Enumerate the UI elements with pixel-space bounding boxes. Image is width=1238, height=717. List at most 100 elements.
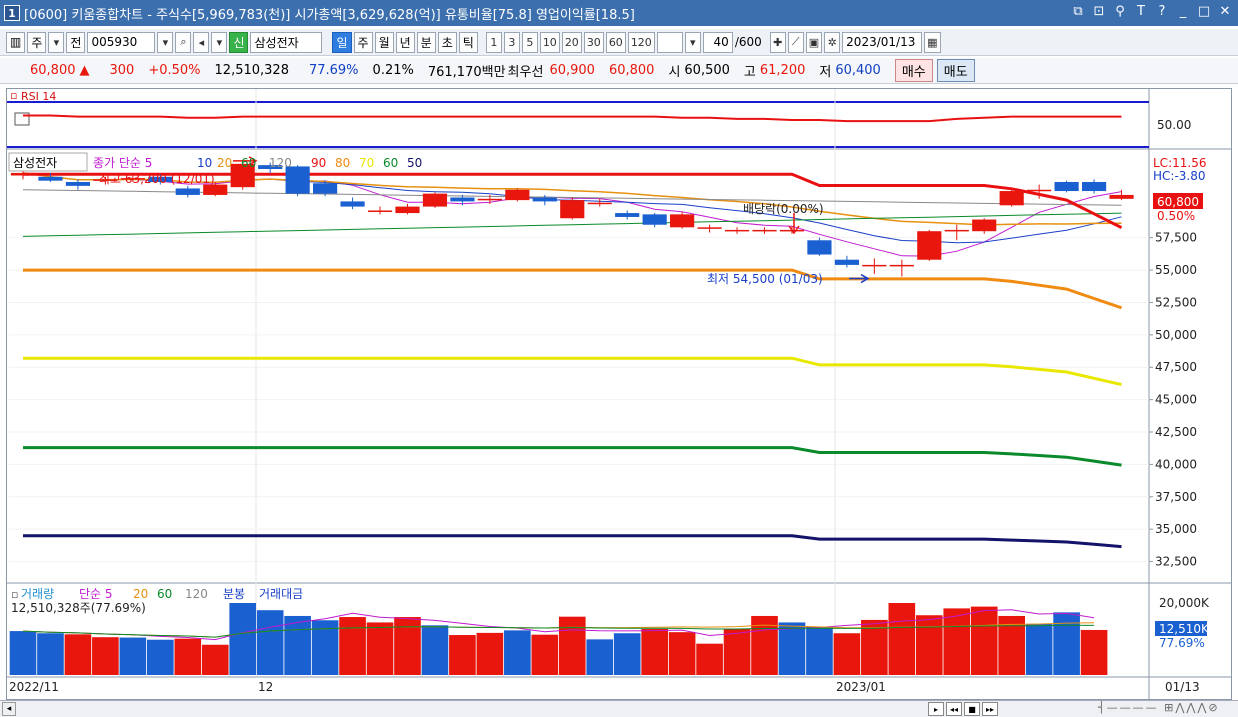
- tab-minute[interactable]: 분: [416, 31, 436, 53]
- best-bid: 60,800: [608, 63, 655, 78]
- scroll-left-icon[interactable]: ◂: [2, 702, 16, 716]
- interval-30[interactable]: 30: [583, 31, 604, 53]
- interval-3[interactable]: 3: [503, 31, 520, 53]
- chart-canvas[interactable]: ▫ RSI 14 50.00 삼성전자 종가 단순 5 10 20 60 120…: [7, 89, 1231, 699]
- candle-body: [38, 176, 63, 181]
- tile-icon[interactable]: ⊡: [1092, 4, 1106, 19]
- chevron-down-icon[interactable]: ▾: [48, 31, 65, 53]
- price-axis-label: 35,000: [1155, 522, 1197, 536]
- help-icon[interactable]: ?: [1155, 4, 1169, 19]
- interval-10[interactable]: 10: [539, 31, 560, 53]
- price-axis-label: 57,500: [1155, 231, 1197, 245]
- sell-button[interactable]: 매도: [936, 59, 975, 82]
- stock-code-input[interactable]: 005930: [87, 31, 156, 53]
- interval-5[interactable]: 5: [521, 31, 538, 53]
- window-number-badge[interactable]: 1: [4, 5, 20, 21]
- high-price: 61,200: [759, 63, 806, 78]
- best-ask: 60,900: [549, 63, 595, 78]
- tab-tick[interactable]: 틱: [458, 31, 478, 53]
- candle-body: [422, 193, 448, 207]
- quote-bar: 60,800 ▲ 300 +0.50% 12,510,328 77.69% 0.…: [0, 58, 1238, 84]
- forward-icon[interactable]: ▸▸: [982, 702, 998, 716]
- buy-button[interactable]: 매수: [894, 59, 933, 82]
- code-dropdown-icon[interactable]: ▾: [157, 31, 174, 53]
- interval-dropdown-icon[interactable]: ▾: [684, 31, 701, 53]
- chart-area[interactable]: ▫ RSI 14 50.00 삼성전자 종가 단순 5 10 20 60 120…: [6, 88, 1232, 700]
- speaker-icon[interactable]: ◂: [193, 31, 210, 53]
- interval-20[interactable]: 20: [561, 31, 582, 53]
- volume-bar: [119, 637, 147, 675]
- candle-body: [1081, 181, 1107, 192]
- price-axis-label: 50,000: [1155, 328, 1197, 342]
- tab-second[interactable]: 초: [437, 31, 457, 53]
- lc-label: LC:11.56: [1153, 156, 1206, 170]
- rsi-line: [23, 114, 1122, 123]
- tab-week[interactable]: 주: [353, 31, 373, 53]
- search-icon[interactable]: ⌕: [175, 31, 192, 53]
- volume-legend-icon: ▫: [11, 588, 18, 601]
- price-axis: 57,500 55,000 52,500 50,000 47,500 45,000 42,5…: [1149, 231, 1197, 569]
- pin-icon[interactable]: ⚲: [1113, 4, 1127, 19]
- trendline-icon[interactable]: ⟋: [787, 31, 804, 53]
- stop-icon[interactable]: ■: [964, 702, 980, 716]
- prev-button[interactable]: 전: [66, 31, 86, 53]
- play-icon[interactable]: ▸: [928, 702, 944, 716]
- candle-body: [10, 172, 36, 176]
- open-price: 60,500: [684, 63, 730, 78]
- high-annotation: 최고 63,200 (12/01): [99, 172, 215, 186]
- date-label-2022-11: 2022/11: [9, 680, 59, 694]
- interval-1[interactable]: 1: [485, 31, 502, 53]
- volume-bar: [613, 633, 641, 675]
- price-axis-label: 32,500: [1155, 555, 1197, 569]
- candle-body: [450, 197, 475, 202]
- legend-env-50: 50: [407, 156, 422, 170]
- bottom-scrollbar[interactable]: ◂ ▸ ◂◂ ■ ▸▸ ┤———— ⊞⋀⋀⋀⊘: [0, 700, 1238, 717]
- mode-button[interactable]: 주: [27, 31, 47, 53]
- price-axis-label: 42,500: [1155, 425, 1197, 439]
- shin-button[interactable]: 신: [229, 31, 249, 53]
- rsi-label-icon: ▫: [10, 89, 17, 102]
- candle-body: [532, 197, 557, 202]
- maximize-icon[interactable]: □: [1197, 4, 1211, 19]
- tab-month[interactable]: 월: [374, 31, 394, 53]
- candle-body: [807, 240, 832, 255]
- window-title: [0600] 키움종합차트 - 주식수[5,969,783(천)] 시가총액[3…: [24, 7, 635, 23]
- volume-bar: [504, 630, 531, 675]
- tab-year[interactable]: 년: [395, 31, 415, 53]
- candle-body: [834, 259, 859, 265]
- zoom-tools[interactable]: ┤———— ⊞⋀⋀⋀⊘: [1098, 701, 1220, 714]
- volume-bar: [696, 643, 723, 675]
- interval-120[interactable]: 120: [627, 31, 655, 53]
- cursor-icon[interactable]: ✚: [769, 31, 786, 53]
- rsi-label: RSI 14: [21, 90, 56, 103]
- date-input[interactable]: 2023/01/13: [842, 31, 923, 53]
- volume-bar: [1053, 612, 1080, 675]
- chart-type-icon[interactable]: ▥: [6, 31, 26, 53]
- calendar-icon[interactable]: ▦: [924, 31, 941, 53]
- tab-day[interactable]: 일: [332, 31, 352, 53]
- up-arrow-icon: ▲: [79, 63, 90, 78]
- minimize-icon[interactable]: _: [1176, 4, 1190, 19]
- close-icon[interactable]: ✕: [1218, 4, 1232, 19]
- candle-body: [587, 202, 612, 205]
- list-dropdown-icon[interactable]: ▾: [211, 31, 228, 53]
- custom-interval-input[interactable]: [656, 31, 683, 53]
- restore-icon[interactable]: ⧉: [1071, 4, 1085, 19]
- volume-bar: [970, 606, 998, 675]
- rewind-icon[interactable]: ◂◂: [946, 702, 962, 716]
- volume-bar: [174, 638, 202, 675]
- gear-icon[interactable]: ✲: [824, 31, 841, 53]
- save-icon[interactable]: ▣: [805, 31, 823, 53]
- volume-bar: [806, 626, 833, 675]
- volume-bar: [421, 625, 449, 675]
- candle-body: [505, 189, 530, 201]
- volume-ma-20: 20: [133, 587, 148, 601]
- candle-body: [175, 188, 200, 195]
- volume-bar: [284, 615, 311, 675]
- count-input[interactable]: 40: [702, 31, 733, 53]
- date-axis-right: 01/13: [1165, 680, 1200, 694]
- open-label: 시: [668, 65, 681, 80]
- stock-name-field: 삼성전자: [250, 31, 323, 53]
- font-icon[interactable]: T: [1134, 4, 1148, 19]
- interval-60[interactable]: 60: [605, 31, 626, 53]
